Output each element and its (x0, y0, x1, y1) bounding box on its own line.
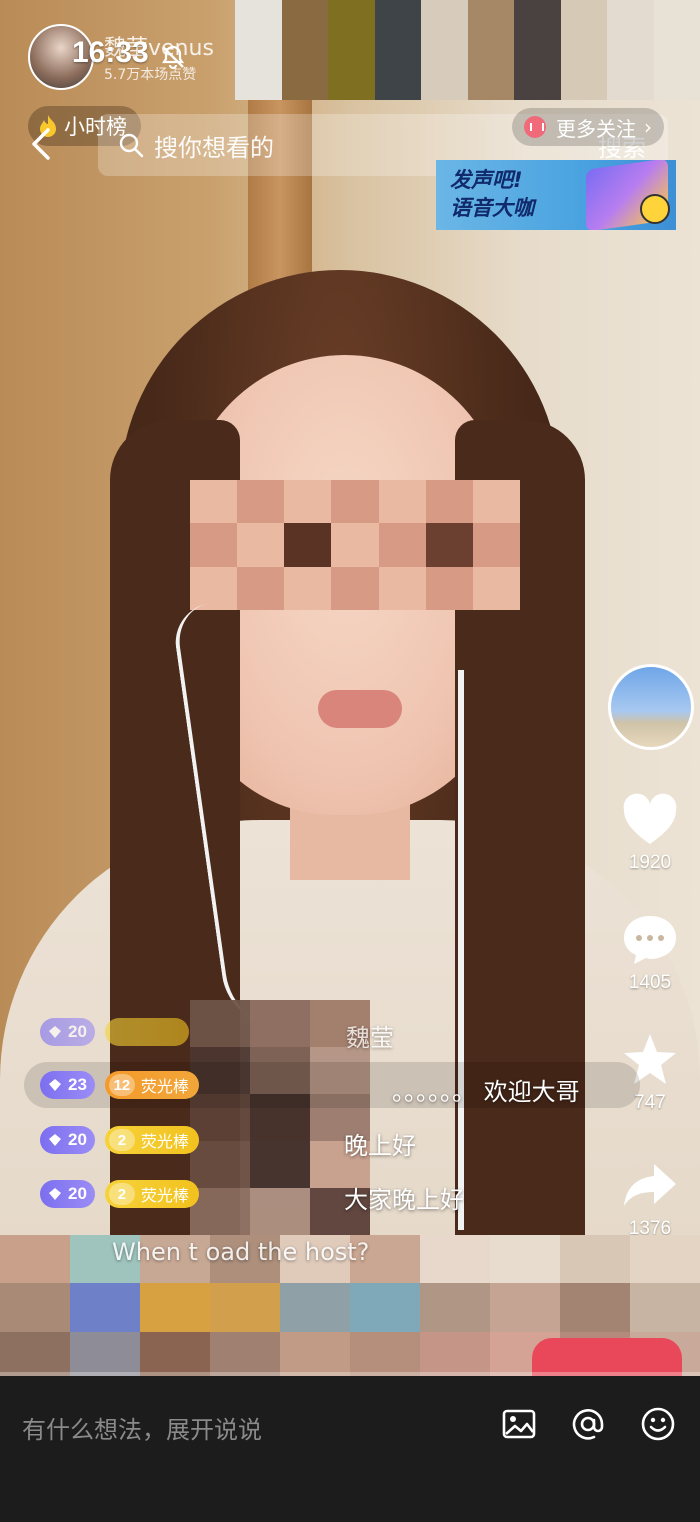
chat-message[interactable]: 20 (40, 1018, 189, 1046)
top-mosaic (235, 0, 700, 100)
fan-club-badge: 12 荧光棒 (104, 1071, 199, 1099)
favorite-count: 747 (634, 1092, 666, 1113)
user-level-badge: 20 (40, 1180, 95, 1208)
chat-message-text: When t oad the host? (112, 1238, 370, 1266)
comment-bubble-icon (624, 916, 676, 964)
fan-club-badge: 2 荧光棒 (104, 1126, 199, 1154)
voice-event-banner[interactable]: 发声吧! 语音大咖 (436, 160, 676, 230)
live-stream-screen: 魏莹venus 5.7万本场点赞 16:33 小时榜 搜你想看的 搜索 更多关注… (0, 0, 700, 1522)
chat-message-text: 晚上好 (344, 1132, 416, 1160)
face-mosaic (190, 480, 520, 610)
banner-line1: 发声吧! (450, 168, 523, 192)
fan-club-badge: 2 荧光棒 (104, 1180, 199, 1208)
user-level-badge: 20 (40, 1126, 95, 1154)
comment-button[interactable]: 1405 (610, 912, 690, 994)
diamond-icon (49, 1188, 61, 1200)
chat-message-text: 。。。。。。 欢迎大哥 (392, 1078, 580, 1106)
live-pause-icon (524, 116, 546, 138)
user-level-badge: 23 (40, 1071, 95, 1099)
heart-icon (623, 793, 677, 844)
banner-line2: 语音大咖 (450, 196, 534, 220)
comment-count: 1405 (628, 972, 672, 993)
share-button[interactable]: 1376 (610, 1158, 690, 1240)
image-icon[interactable] (501, 1406, 537, 1442)
diamond-icon (49, 1079, 61, 1091)
like-count: 1920 (628, 852, 672, 873)
emoji-icon[interactable] (640, 1406, 676, 1442)
fan-club-badge (104, 1018, 189, 1046)
diamond-icon (49, 1134, 61, 1146)
chevron-right-icon: › (644, 115, 652, 139)
earphone-cable-right (458, 670, 464, 1230)
bell-muted-icon (161, 45, 185, 70)
chat-mosaic (190, 1000, 370, 1235)
more-follow-label: 更多关注 (556, 116, 636, 141)
music-disc-avatar[interactable] (608, 664, 694, 750)
status-time: 16:33 (72, 36, 149, 69)
smiley-icon (640, 194, 670, 224)
search-icon (119, 133, 144, 158)
comment-bar: 有什么想法，展开说说 (0, 1376, 700, 1522)
back-arrow-icon[interactable] (26, 124, 56, 164)
chat-message[interactable]: 23 12 荧光棒 (40, 1071, 199, 1099)
diamond-icon (49, 1026, 61, 1038)
chat-message[interactable]: 20 2 荧光棒 (40, 1180, 199, 1208)
more-follow-button[interactable]: 更多关注 › (512, 108, 664, 146)
chat-message-text: 大家晚上好 (344, 1186, 464, 1214)
like-button[interactable]: 1920 (610, 792, 690, 874)
share-arrow-icon (624, 1164, 676, 1206)
mention-at-icon[interactable] (570, 1406, 606, 1442)
comment-input[interactable]: 有什么想法，展开说说 (22, 1410, 262, 1445)
streamer-lips (318, 690, 402, 728)
chat-username: 魏莹 (346, 1024, 394, 1052)
user-level-badge: 20 (40, 1018, 95, 1046)
chat-message[interactable]: 20 2 荧光棒 (40, 1126, 199, 1154)
banner-text: 发声吧! 语音大咖 (450, 166, 534, 222)
